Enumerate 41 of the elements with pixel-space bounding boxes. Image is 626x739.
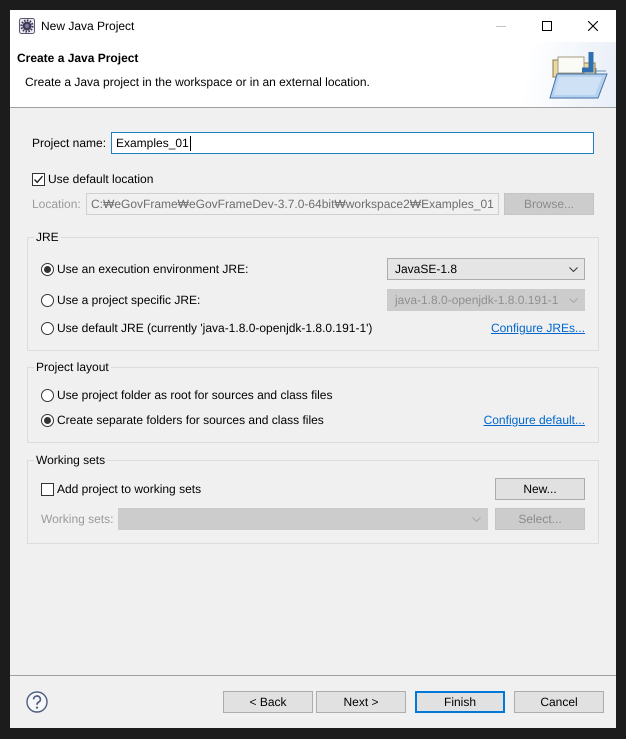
configure-link[interactable]: Configure default... [484, 412, 585, 428]
radio-button[interactable] [41, 262, 54, 276]
radio-label: Use an execution environment JRE: [57, 261, 248, 277]
dialog-button[interactable]: < Back [223, 691, 313, 713]
folder-icon [548, 50, 608, 98]
working-sets-label: Working sets: [41, 511, 114, 527]
group-title: JRE [35, 229, 60, 245]
checkbox-label: Add project to working sets [57, 481, 202, 497]
chevron-down-icon [472, 516, 481, 522]
configure-link[interactable]: Configure JREs... [490, 320, 585, 336]
radio-button[interactable] [41, 414, 54, 426]
maximize-icon [542, 21, 552, 31]
radio-label: Use default JRE (currently 'java-1.8.0-openjdk-1.8.0.191-1') [57, 320, 372, 336]
radio-label: Use a project specific JRE: [57, 292, 200, 308]
new-button[interactable]: New... [495, 478, 585, 500]
close-icon [588, 21, 598, 31]
dialog-button[interactable]: Next > [316, 691, 406, 713]
project-name-field[interactable]: Examples_01 [111, 132, 594, 154]
radio-label: Create separate folders for sources and class files [57, 412, 324, 428]
dialog-button[interactable]: Finish [415, 691, 505, 713]
checkbox[interactable] [41, 482, 54, 496]
group-title: Project layout [35, 359, 110, 375]
radio-button[interactable] [41, 388, 54, 402]
chevron-down-icon [569, 266, 578, 272]
page-title: Create a Java Project [17, 50, 138, 66]
page-description: Create a Java project in the workspace or in an external location. [25, 74, 370, 90]
project-name-label: Project name: [32, 135, 108, 151]
radio-button[interactable] [41, 322, 54, 334]
window-title: New Java Project [41, 18, 134, 34]
help-icon[interactable] [26, 691, 48, 713]
radio-button[interactable] [41, 294, 54, 306]
group-title: Working sets [35, 452, 106, 468]
checkbox[interactable] [32, 172, 45, 186]
chevron-down-icon [569, 298, 578, 302]
gear-icon [19, 18, 35, 34]
radio-label: Use project folder as root for sources and class files [57, 387, 332, 403]
checkbox-label: Use default location [48, 171, 154, 187]
jre-dropdown[interactable]: JavaSE-1.8 [387, 258, 585, 280]
text-cursor [190, 136, 191, 150]
dialog-button[interactable]: Cancel [514, 691, 604, 713]
location-label: Location: [32, 196, 82, 212]
